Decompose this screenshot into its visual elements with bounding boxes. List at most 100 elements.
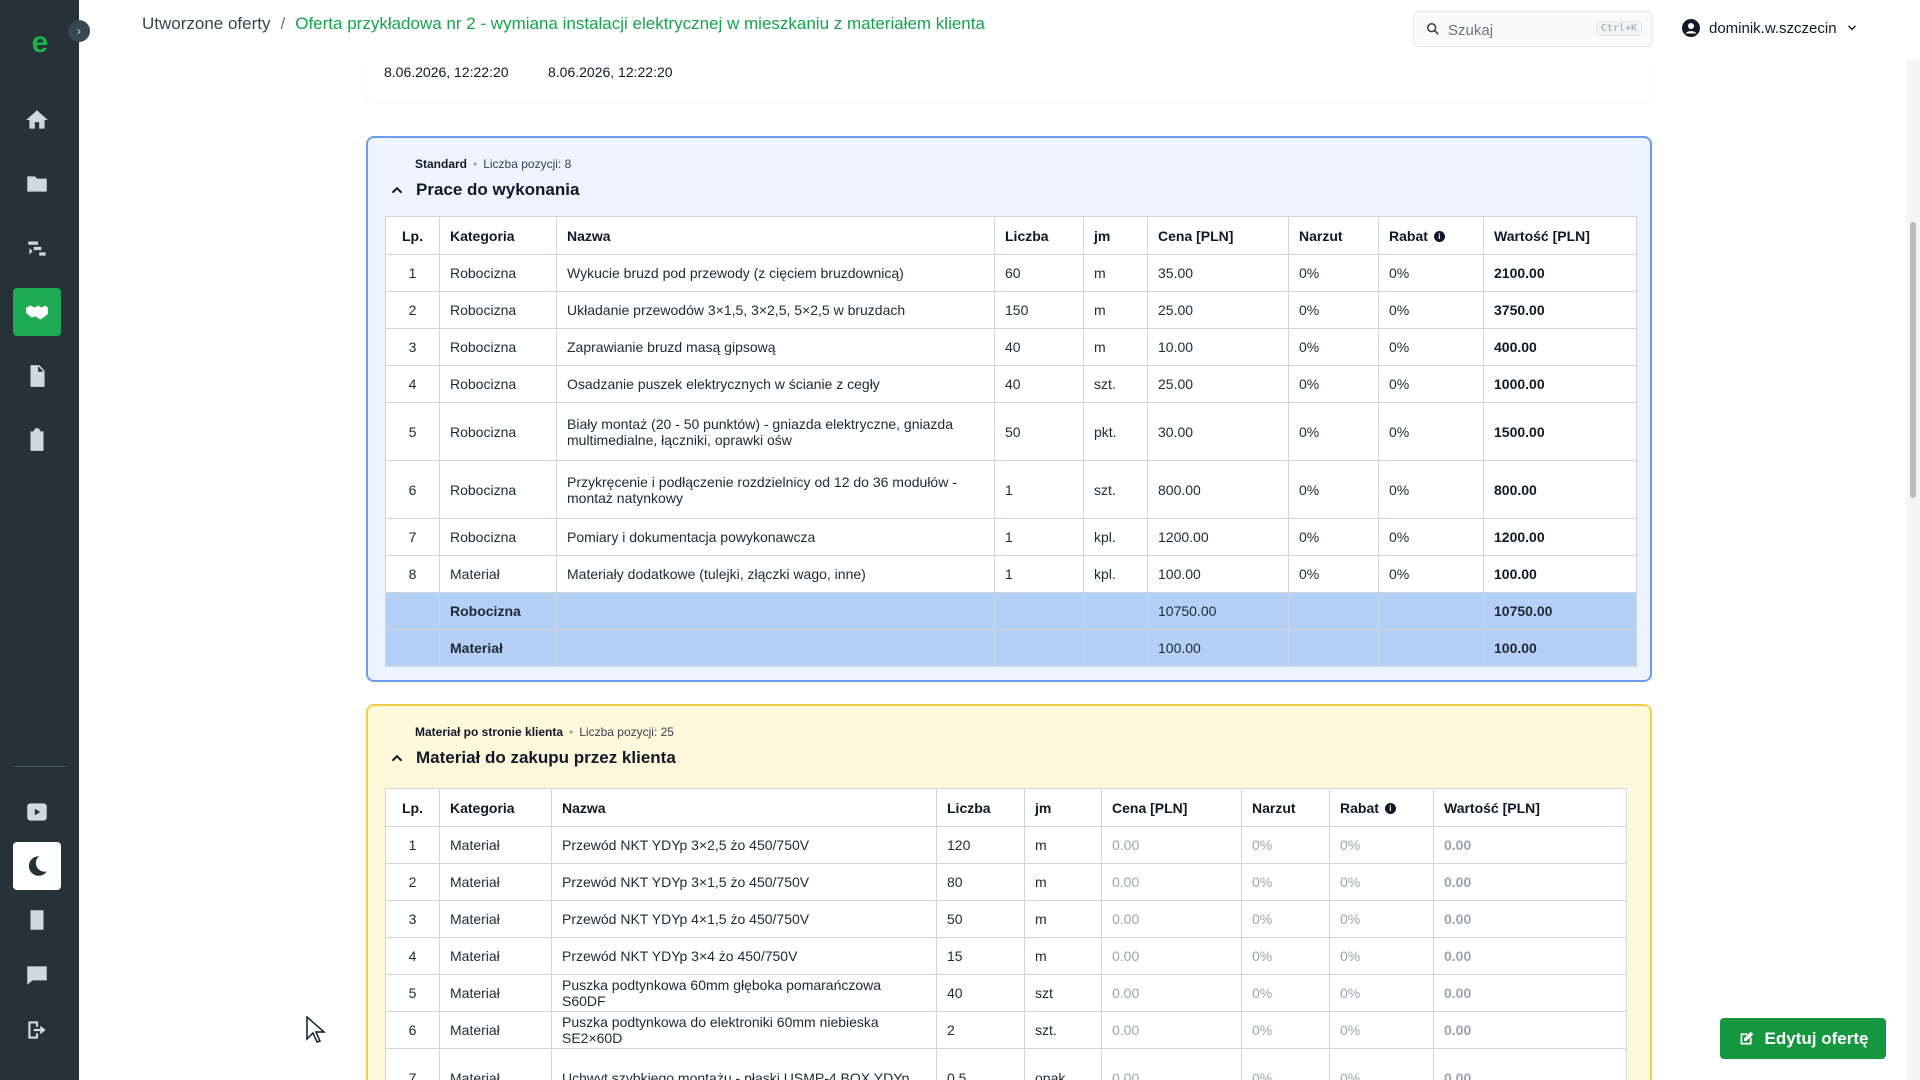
col-wartosc: Wartość [PLN] — [1483, 216, 1637, 255]
cell-empty — [556, 592, 995, 630]
cell-cena: 35.00 — [1147, 254, 1289, 292]
cell-nazwa: Materiały dodatkowe (tulejki, złączki wa… — [556, 555, 995, 593]
cell-rabat: 0% — [1329, 1011, 1434, 1049]
cell-liczba: 120 — [936, 826, 1025, 864]
table-row[interactable]: 2 Robocizna Układanie przewodów 3×1,5, 3×2… — [385, 291, 1637, 329]
search-box[interactable]: Ctrl+K — [1413, 11, 1653, 47]
col-liczba: Liczba — [936, 788, 1025, 827]
folder-icon[interactable] — [13, 160, 61, 208]
summary-row: Robocizna 10750.00 10750.00 — [385, 592, 1637, 630]
handshake-icon[interactable] — [13, 288, 61, 336]
user-menu[interactable]: dominik.w.szczecin — [1681, 18, 1859, 38]
cell-kategoria: Materiał — [439, 1048, 552, 1080]
table-row[interactable]: 5 Robocizna Biały montaż (20 - 50 punktów)… — [385, 402, 1637, 461]
info-icon[interactable]: i — [1384, 803, 1396, 815]
cell-wartosc: 0.00 — [1433, 1011, 1627, 1049]
cell-empty — [1288, 629, 1379, 667]
cell-narzut: 0% — [1288, 518, 1379, 556]
home-icon[interactable] — [13, 96, 61, 144]
top-header: Utworzone oferty / Oferta przykładowa nr 2… — [79, 0, 1920, 60]
cell-narzut: 0% — [1288, 254, 1379, 292]
table-row[interactable]: 7 Robocizna Pomiary i dokumentacja powykon… — [385, 518, 1637, 556]
cell-rabat: 0% — [1378, 254, 1484, 292]
cell-wartosc: 800.00 — [1483, 460, 1637, 519]
cell-kategoria: Robocizna — [439, 291, 557, 329]
cell-liczba: 50 — [936, 900, 1025, 938]
meta-dot: • — [569, 725, 574, 739]
cell-empty — [1378, 592, 1484, 630]
cell-kategoria: Materiał — [439, 937, 552, 975]
cell-nazwa: Układanie przewodów 3×1,5, 3×2,5, 5×2,5 … — [556, 291, 995, 329]
col-jm: jm — [1024, 788, 1102, 827]
col-liczba: Liczba — [994, 216, 1084, 255]
table-row[interactable]: 1 Materiał Przewód NKT YDYp 3×2,5 żo 450/7… — [385, 826, 1627, 864]
search-input[interactable] — [1448, 19, 1578, 41]
scrollbar-thumb[interactable] — [1910, 222, 1916, 498]
cell-jm: m — [1083, 254, 1148, 292]
edit-offer-button[interactable]: Edytuj ofertę — [1720, 1018, 1886, 1059]
cell-cena: 800.00 — [1147, 460, 1289, 519]
section-header[interactable]: Prace do wykonania — [388, 180, 579, 200]
cell-wartosc: 1500.00 — [1483, 402, 1637, 461]
cell-jm: pkt. — [1083, 402, 1148, 461]
cell-lp: 5 — [385, 974, 440, 1012]
cell-narzut: 0% — [1241, 1011, 1330, 1049]
cell-kategoria: Robocizna — [439, 328, 557, 366]
cell-narzut: 0% — [1241, 900, 1330, 938]
chevron-up-icon[interactable] — [388, 181, 406, 199]
col-kategoria: Kategoria — [439, 788, 552, 827]
table-row[interactable]: 4 Robocizna Osadzanie puszek elektrycznych… — [385, 365, 1637, 403]
logout-icon[interactable] — [13, 1006, 61, 1054]
cell-narzut: 0% — [1288, 328, 1379, 366]
tools-icon[interactable] — [13, 224, 61, 272]
table-row[interactable]: 4 Materiał Przewód NKT YDYp 3×4 żo 450/750… — [385, 937, 1627, 975]
table-row[interactable]: 7 Materiał Uchwyt szybkiego montażu - płas… — [385, 1048, 1627, 1080]
chat-icon[interactable] — [13, 951, 61, 999]
cell-rabat: 0% — [1329, 974, 1434, 1012]
table-row[interactable]: 1 Robocizna Wykucie bruzd pod przewody (z … — [385, 254, 1637, 292]
cell-kategoria: Robocizna — [439, 518, 557, 556]
table-row[interactable]: 8 Materiał Materiały dodatkowe (tulejki, z… — [385, 555, 1637, 593]
table-row[interactable]: 3 Robocizna Zaprawianie bruzd masą gipsową… — [385, 328, 1637, 366]
materials-table: Lp. Kategoria Nazwa Liczba jm Cena [PLN]… — [385, 788, 1627, 1080]
table-row[interactable]: 5 Materiał Puszka podtynkowa 60mm głęboka … — [385, 974, 1627, 1012]
cell-lp: 1 — [385, 254, 440, 292]
chevron-up-icon[interactable] — [388, 749, 406, 767]
section-client-material: Materiał po stronie klienta • Liczba pozyc… — [366, 704, 1652, 1080]
moon-icon[interactable] — [13, 842, 61, 890]
table-row[interactable]: 6 Materiał Puszka podtynkowa do elektronik… — [385, 1011, 1627, 1049]
document-icon[interactable] — [13, 352, 61, 400]
cell-kategoria: Robocizna — [439, 365, 557, 403]
clipboard-icon[interactable] — [13, 416, 61, 464]
sidebar-collapse-button[interactable]: › — [68, 20, 90, 42]
cell-lp: 4 — [385, 365, 440, 403]
breadcrumb-root-link[interactable]: Utworzone oferty — [142, 14, 271, 33]
cell-nazwa: Przewód NKT YDYp 3×1,5 żo 450/750V — [551, 863, 937, 901]
cell-liczba: 60 — [994, 254, 1084, 292]
page-scrollbar[interactable] — [1906, 60, 1920, 1080]
mouse-cursor-icon — [306, 1016, 326, 1043]
cell-empty — [1288, 592, 1379, 630]
book-icon[interactable] — [13, 896, 61, 944]
cell-nazwa: Przewód NKT YDYp 3×4 żo 450/750V — [551, 937, 937, 975]
cell-jm: m — [1024, 863, 1102, 901]
cell-wartosc: 100.00 — [1483, 555, 1637, 593]
cell-nazwa: Wykucie bruzd pod przewody (z cięciem br… — [556, 254, 995, 292]
table-row[interactable]: 2 Materiał Przewód NKT YDYp 3×1,5 żo 450/7… — [385, 863, 1627, 901]
cell-wartosc: 0.00 — [1433, 1048, 1627, 1080]
section-header[interactable]: Materiał do zakupu przez klienta — [388, 748, 676, 768]
table-row[interactable]: 6 Robocizna Przykręcenie i podłączenie roz… — [385, 460, 1637, 519]
offer-details-card: 8.06.2026, 12:22:20 8.06.2026, 12:22:20 — [366, 60, 1652, 102]
breadcrumb-current: Oferta przykładowa nr 2 - wymiana instal… — [295, 14, 985, 33]
cell-narzut: 0% — [1288, 460, 1379, 519]
cell-kategoria: Materiał — [439, 555, 557, 593]
cell-nazwa: Puszka podtynkowa 60mm głęboka pomarańcz… — [551, 974, 937, 1012]
cell-cena: 10.00 — [1147, 328, 1289, 366]
info-icon[interactable]: i — [1433, 231, 1445, 243]
app-logo[interactable]: e — [27, 28, 53, 58]
youtube-icon[interactable] — [13, 788, 61, 836]
table-row[interactable]: 3 Materiał Przewód NKT YDYp 4×1,5 żo 450/7… — [385, 900, 1627, 938]
cell-rabat: 0% — [1378, 291, 1484, 329]
cell-empty — [385, 592, 440, 630]
col-nazwa: Nazwa — [556, 216, 995, 255]
